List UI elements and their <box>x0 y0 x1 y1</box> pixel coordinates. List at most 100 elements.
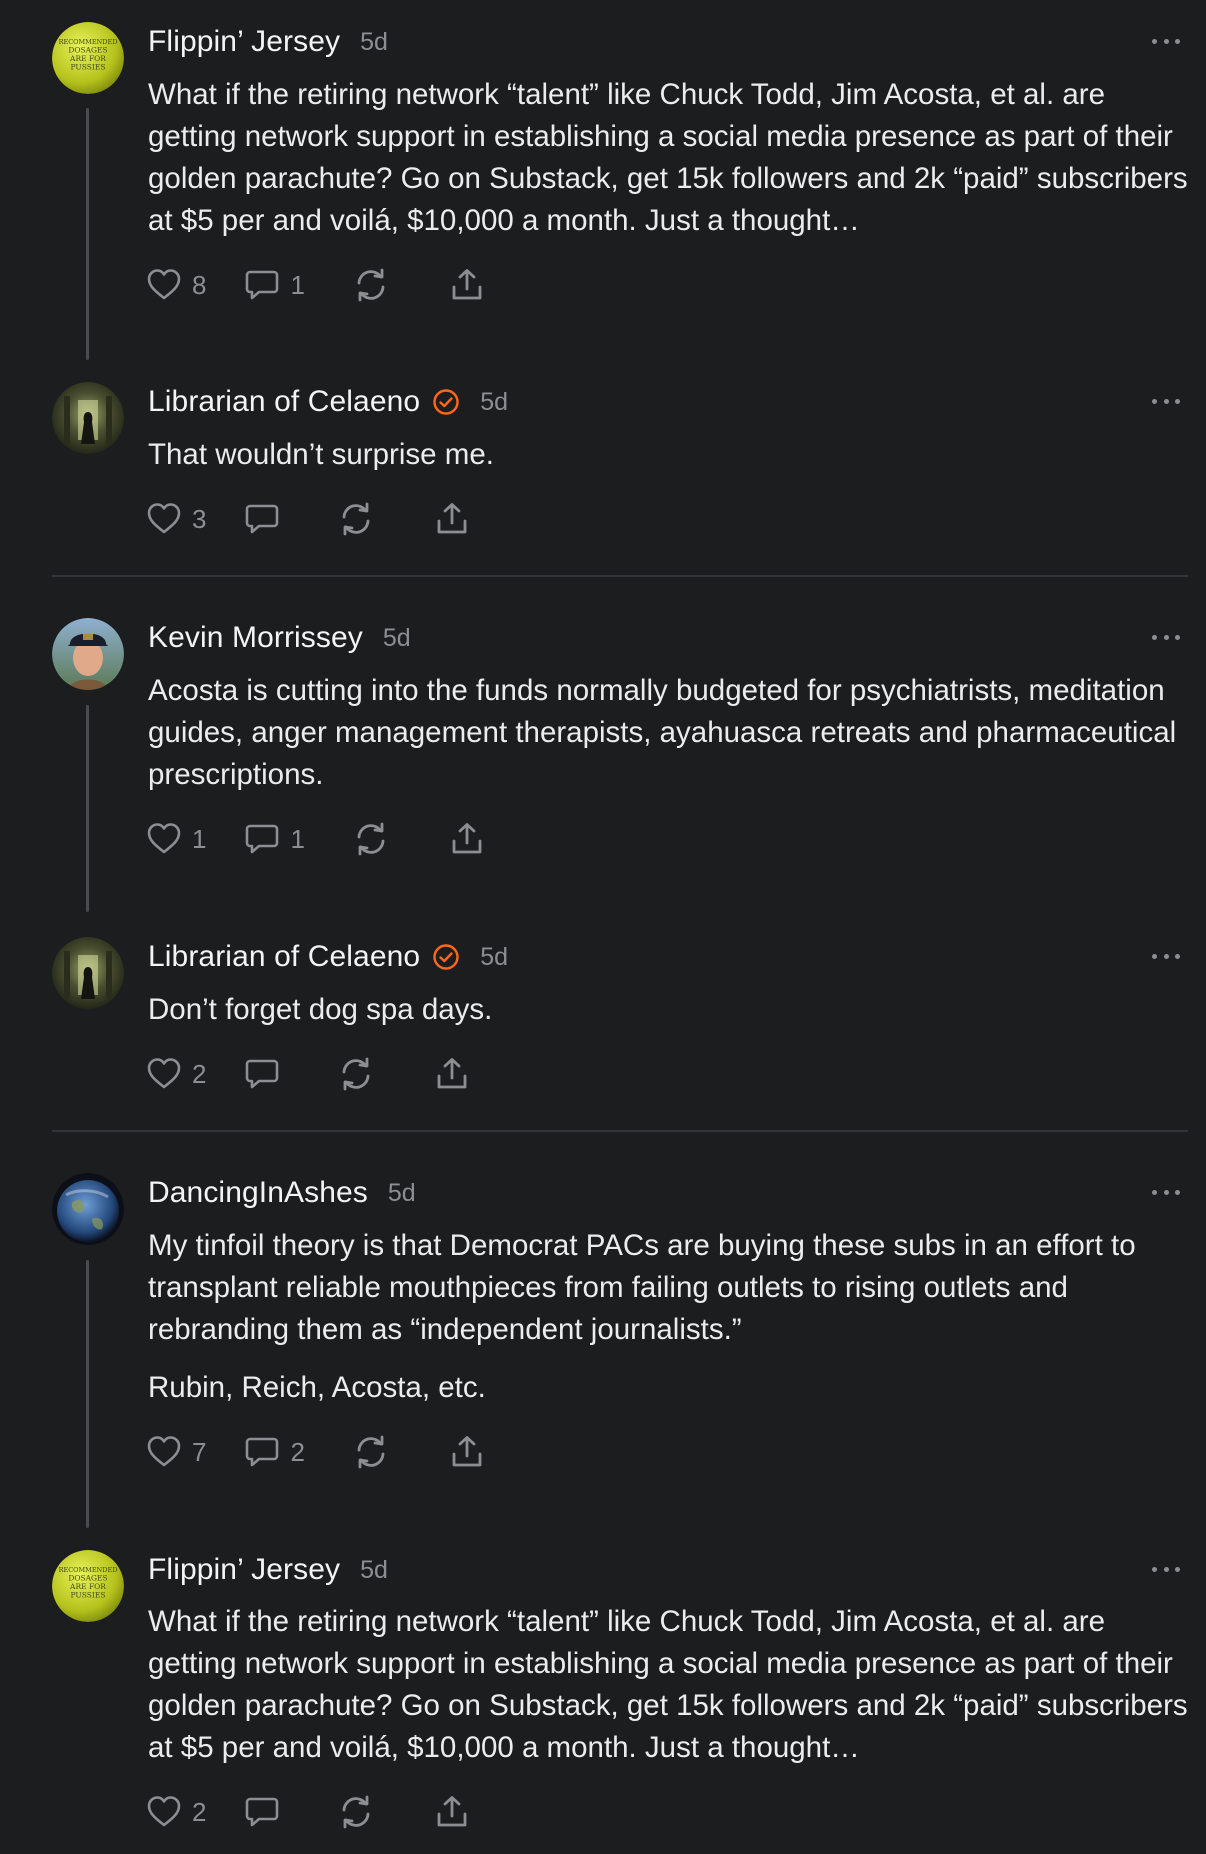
avatar[interactable] <box>52 937 124 1009</box>
restack-button[interactable] <box>353 821 389 857</box>
heart-icon <box>146 1794 182 1830</box>
comment-header: Kevin Morrissey 5d <box>148 618 411 658</box>
author-name[interactable]: Librarian of Celaeno <box>148 940 420 974</box>
reply-icon <box>244 267 280 303</box>
restack-icon <box>338 501 374 537</box>
share-button[interactable] <box>434 501 470 537</box>
like-count: 1 <box>192 823 207 854</box>
more-options-icon[interactable] <box>1152 951 1180 961</box>
share-button[interactable] <box>449 821 485 857</box>
comment-header: Flippin’ Jersey 5d <box>148 1550 388 1590</box>
share-icon <box>434 1056 470 1092</box>
share-icon <box>449 1434 485 1470</box>
more-options-icon[interactable] <box>1152 396 1180 406</box>
comment-actions: 81 <box>146 265 485 305</box>
timestamp[interactable]: 5d <box>480 388 508 417</box>
timestamp[interactable]: 5d <box>360 1556 388 1585</box>
like-button[interactable]: 2 <box>146 1794 206 1830</box>
comment-body: My tinfoil theory is that Democrat PACs … <box>148 1225 1188 1409</box>
comment-actions: 72 <box>146 1432 485 1472</box>
comment-actions: 11 <box>146 819 485 859</box>
restack-icon <box>338 1794 374 1830</box>
share-button[interactable] <box>434 1056 470 1092</box>
more-options-icon[interactable] <box>1152 632 1180 642</box>
timestamp[interactable]: 5d <box>480 943 508 972</box>
like-button[interactable]: 8 <box>146 267 206 303</box>
reply-icon <box>244 1794 280 1830</box>
comment-body: Don’t forget dog spa days. <box>148 989 1188 1031</box>
reply-button[interactable]: 1 <box>244 821 305 857</box>
comment-header: Librarian of Celaeno 5d <box>148 937 508 977</box>
author-name[interactable]: Flippin’ Jersey <box>148 1553 340 1587</box>
share-icon <box>434 1794 470 1830</box>
avatar[interactable]: RECOMMENDED DOSAGES ARE FOR PUSSIES <box>52 22 124 94</box>
author-name[interactable]: Kevin Morrissey <box>148 621 363 655</box>
comment-header: Flippin’ Jersey 5d <box>148 22 388 62</box>
share-button[interactable] <box>434 1794 470 1830</box>
comment-paragraph: What if the retiring network “talent” li… <box>148 1605 1188 1764</box>
comment-paragraph: Rubin, Reich, Acosta, etc. <box>148 1371 486 1404</box>
restack-icon <box>353 821 389 857</box>
share-button[interactable] <box>449 267 485 303</box>
share-icon <box>449 267 485 303</box>
thread-divider <box>52 1130 1188 1132</box>
comment-actions: 3 <box>146 499 470 539</box>
restack-button[interactable] <box>353 267 389 303</box>
comment-body: What if the retiring network “talent” li… <box>148 74 1188 242</box>
more-options-icon[interactable] <box>1152 36 1180 46</box>
share-icon <box>434 501 470 537</box>
thread-line <box>86 705 89 912</box>
comment-body: Acosta is cutting into the funds normall… <box>148 670 1188 796</box>
thread-line <box>86 1260 89 1528</box>
like-count: 7 <box>192 1436 207 1467</box>
avatar[interactable] <box>52 382 124 454</box>
share-button[interactable] <box>449 1434 485 1470</box>
reply-icon <box>244 1434 280 1470</box>
like-button[interactable]: 1 <box>146 821 206 857</box>
like-count: 2 <box>192 1058 207 1089</box>
comment-paragraph: My tinfoil theory is that Democrat PACs … <box>148 1229 1136 1346</box>
reply-icon <box>244 821 280 857</box>
restack-button[interactable] <box>338 1794 374 1830</box>
like-button[interactable]: 3 <box>146 501 206 537</box>
avatar[interactable] <box>52 1173 124 1245</box>
comment-body: That wouldn’t surprise me. <box>148 434 1188 476</box>
reply-button[interactable] <box>244 1794 280 1830</box>
timestamp[interactable]: 5d <box>360 28 388 57</box>
share-icon <box>449 821 485 857</box>
heart-icon <box>146 821 182 857</box>
author-name[interactable]: Flippin’ Jersey <box>148 25 340 59</box>
comment-paragraph: Acosta is cutting into the funds normall… <box>148 674 1177 791</box>
reply-button[interactable]: 2 <box>244 1434 305 1470</box>
avatar[interactable] <box>52 618 124 690</box>
comment-paragraph: That wouldn’t surprise me. <box>148 438 494 471</box>
timestamp[interactable]: 5d <box>383 624 411 653</box>
like-button[interactable]: 2 <box>146 1056 206 1092</box>
author-name[interactable]: Librarian of Celaeno <box>148 385 420 419</box>
verified-badge-icon <box>432 388 460 416</box>
reply-count: 2 <box>290 1436 305 1467</box>
comment-paragraph: Don’t forget dog spa days. <box>148 993 493 1026</box>
restack-button[interactable] <box>338 1056 374 1092</box>
more-options-icon[interactable] <box>1152 1564 1180 1574</box>
reply-icon <box>244 501 280 537</box>
like-count: 3 <box>192 503 207 534</box>
comment-paragraph: What if the retiring network “talent” li… <box>148 78 1188 237</box>
reply-button[interactable]: 1 <box>244 267 305 303</box>
like-button[interactable]: 7 <box>146 1434 206 1470</box>
timestamp[interactable]: 5d <box>388 1179 416 1208</box>
like-count: 2 <box>192 1796 207 1827</box>
restack-icon <box>353 267 389 303</box>
restack-icon <box>353 1434 389 1470</box>
restack-button[interactable] <box>338 501 374 537</box>
reply-button[interactable] <box>244 1056 280 1092</box>
comment-header: DancingInAshes 5d <box>148 1173 416 1213</box>
reply-button[interactable] <box>244 501 280 537</box>
restack-button[interactable] <box>353 1434 389 1470</box>
avatar[interactable]: RECOMMENDED DOSAGES ARE FOR PUSSIES <box>52 1550 124 1622</box>
more-options-icon[interactable] <box>1152 1187 1180 1197</box>
reply-count: 1 <box>290 269 305 300</box>
author-name[interactable]: DancingInAshes <box>148 1176 368 1210</box>
reply-count: 1 <box>290 823 305 854</box>
comment-actions: 2 <box>146 1792 470 1832</box>
